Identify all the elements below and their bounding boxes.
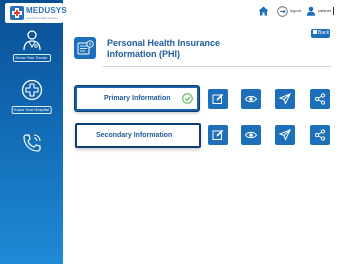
sidebar-item-know-your-hospital[interactable]: Know Your Hospital [0, 79, 63, 115]
top-bar: logout cabinet [63, 0, 346, 24]
sidebar: MEDUSYS a perfect health solution Know Y… [0, 0, 67, 264]
insurance-card-icon [74, 37, 96, 59]
hospital-plus-icon [21, 79, 42, 101]
doctor-icon [22, 30, 41, 51]
brand-tagline: a perfect health solution [26, 16, 58, 20]
sidebar-item-label: Know Your Hospital [11, 106, 52, 114]
back-button-label: Back [318, 30, 330, 36]
logout-link[interactable]: logout [290, 8, 301, 13]
brand-logo[interactable]: MEDUSYS a perfect health solution [5, 3, 67, 23]
back-button[interactable]: Back [311, 29, 330, 38]
share-icon [314, 129, 326, 141]
send-button[interactable] [275, 89, 295, 109]
send-button[interactable] [275, 125, 295, 145]
primary-information-button[interactable]: Primary Information [75, 86, 199, 111]
view-button[interactable] [241, 89, 261, 109]
sidebar-item-contact[interactable] [0, 130, 63, 156]
sidebar-item-know-your-doctor[interactable]: Know Your Doctor [0, 27, 63, 63]
divider [103, 66, 331, 67]
sidebar-item-label: Know Your Doctor [12, 54, 51, 62]
edit-button[interactable] [208, 125, 228, 145]
edit-icon [212, 93, 224, 104]
share-button[interactable] [310, 125, 330, 145]
home-icon[interactable] [258, 6, 269, 16]
edit-button[interactable] [208, 89, 228, 109]
edit-icon [212, 129, 224, 140]
row-label: Primary Information [104, 95, 171, 102]
eye-icon [245, 131, 257, 139]
user-name[interactable]: cabinet [318, 8, 331, 13]
send-icon [279, 93, 291, 105]
send-icon [279, 129, 291, 141]
row-label: Secondary Information [96, 132, 173, 139]
share-icon [314, 93, 326, 105]
check-circle-icon [182, 93, 193, 104]
separator [333, 7, 334, 15]
eye-icon [245, 95, 257, 103]
medusys-logo-icon [10, 6, 24, 20]
brand-name: MEDUSYS [26, 6, 67, 15]
phone-call-icon [22, 134, 41, 152]
back-arrow-icon [313, 29, 317, 34]
view-button[interactable] [241, 125, 261, 145]
share-button[interactable] [310, 89, 330, 109]
logout-icon[interactable] [277, 6, 288, 17]
user-icon [306, 6, 316, 16]
page-title: Personal Health Insurance Information (P… [107, 38, 221, 59]
secondary-information-button[interactable]: Secondary Information [75, 123, 201, 148]
